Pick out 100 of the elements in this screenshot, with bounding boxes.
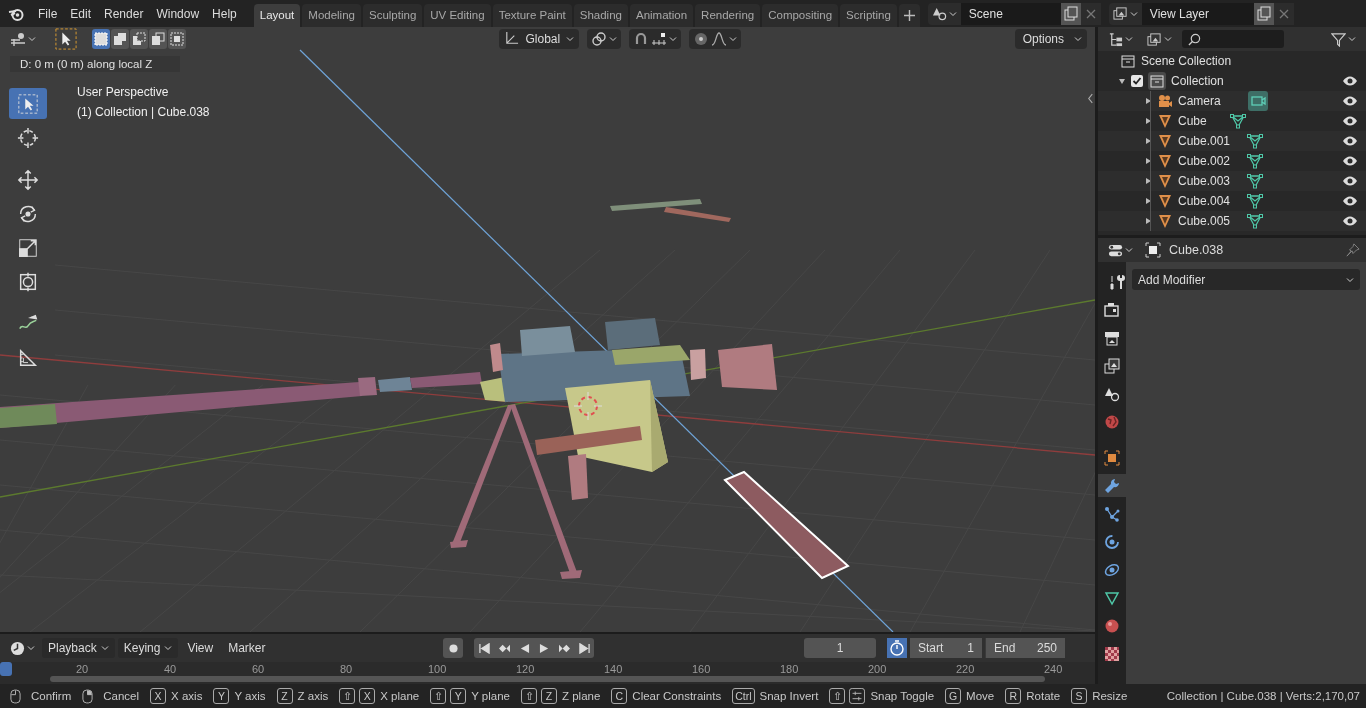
jump-to-end-button[interactable] [574, 638, 594, 658]
current-frame-field[interactable]: 1 [804, 638, 876, 658]
mesh-data-icon[interactable] [1247, 153, 1264, 169]
close-icon[interactable] [1080, 2, 1101, 25]
workspace-tab[interactable]: Layout [253, 4, 301, 27]
workspace-tab[interactable]: Scripting [840, 4, 897, 27]
key-icon: ⇧ [430, 688, 447, 704]
ruler-icon [17, 346, 39, 369]
eye-icon[interactable] [1342, 195, 1358, 207]
search-field[interactable] [1182, 30, 1284, 48]
select-mode-button[interactable] [168, 28, 186, 49]
select-mode-button[interactable] [111, 28, 129, 49]
add-modifier-dropdown[interactable]: Add Modifier [1132, 269, 1360, 290]
selected-magazine[interactable] [723, 470, 850, 580]
mesh-data-icon[interactable] [1247, 173, 1264, 189]
jump-to-start-button[interactable] [474, 638, 494, 658]
toggles-icon [1108, 242, 1123, 258]
eye-icon[interactable] [1342, 175, 1358, 187]
constraints-icon [1104, 561, 1120, 578]
workspace-tab[interactable]: Compositing [762, 4, 839, 27]
timeline-menu[interactable]: Playback [42, 638, 115, 658]
workspace-tab[interactable]: Modeling [302, 4, 361, 27]
menu-item[interactable]: Render [98, 6, 151, 21]
view-layer-dropdown[interactable] [1108, 2, 1142, 25]
modifier-properties-tab[interactable] [1098, 474, 1126, 497]
caret-icon [164, 644, 173, 652]
copy-icon[interactable] [1060, 2, 1081, 25]
close-icon[interactable] [1273, 2, 1294, 25]
checkbox[interactable] [1131, 75, 1143, 87]
tool-icon [1109, 273, 1125, 290]
outliner-item[interactable]: Cube [1178, 114, 1207, 128]
menu-item[interactable]: Window [150, 6, 207, 21]
end-frame-field[interactable]: End 250 [985, 638, 1065, 658]
menu-item[interactable]: Help [206, 6, 244, 21]
workspace-tab[interactable]: Rendering [695, 4, 761, 27]
pin-icon[interactable] [1346, 243, 1360, 257]
timeline-menu[interactable]: Marker [222, 641, 272, 655]
collapsed-arrow-icon[interactable] [1144, 177, 1152, 185]
eye-icon[interactable] [1342, 215, 1358, 227]
playhead-icon[interactable] [0, 662, 12, 678]
outliner-item[interactable]: Cube.004 [1178, 194, 1231, 208]
collapsed-arrow-icon[interactable] [1144, 97, 1152, 105]
mesh-data-icon[interactable] [1247, 213, 1264, 229]
eye-icon[interactable] [1342, 95, 1358, 107]
collapsed-arrow-icon[interactable] [1144, 137, 1152, 145]
outliner-item[interactable]: Cube.003 [1178, 174, 1231, 188]
timeline-menu[interactable]: View [181, 641, 220, 655]
select-tool-icon[interactable] [54, 27, 78, 50]
stopwatch-icon[interactable] [887, 638, 907, 658]
outliner-item[interactable]: Camera [1178, 94, 1221, 108]
timeline-scrollbar[interactable] [50, 676, 1045, 682]
transform-orientation-dropdown[interactable]: Global [499, 28, 580, 49]
mesh-data-icon[interactable] [1247, 133, 1264, 149]
select-mode-button[interactable] [149, 28, 167, 49]
menu-item[interactable]: Edit [64, 6, 99, 21]
snap-dropdown[interactable] [629, 28, 682, 49]
outliner-item[interactable]: Cube.002 [1178, 154, 1231, 168]
collapsed-arrow-icon[interactable] [1144, 157, 1152, 165]
shortcut-label: Rotate [1026, 690, 1061, 702]
auto-keying-button[interactable] [443, 638, 463, 658]
frame-number: 20 [76, 663, 89, 675]
menu-item[interactable]: File [32, 6, 65, 21]
outliner-item[interactable]: Cube.005 [1178, 214, 1231, 228]
outliner-item[interactable]: Collection [1171, 74, 1224, 88]
view-layer-name-field[interactable]: View Layer [1141, 2, 1254, 25]
copy-icon[interactable] [1253, 2, 1274, 25]
mesh-data-icon[interactable] [1247, 193, 1264, 209]
camera-data-icon[interactable] [1247, 91, 1268, 111]
scene-dropdown[interactable] [927, 2, 961, 25]
caret-icon [1074, 34, 1082, 43]
clock-icon [10, 640, 25, 656]
eye-icon[interactable] [1342, 115, 1358, 127]
outliner-item[interactable]: Cube.001 [1178, 134, 1231, 148]
select-tool-button[interactable] [9, 88, 47, 119]
collapsed-arrow-icon[interactable] [1144, 217, 1152, 225]
eye-icon[interactable] [1342, 135, 1358, 147]
workspace-tab[interactable]: Sculpting [362, 4, 423, 27]
workspace-tab[interactable]: Shading [573, 4, 628, 27]
select-mode-button[interactable] [92, 28, 110, 49]
workspace-tab[interactable]: Texture Paint [492, 4, 572, 27]
add-workspace-button[interactable] [898, 4, 920, 27]
select-mode-icon [113, 31, 127, 46]
options-dropdown[interactable]: Options [1014, 28, 1087, 49]
collapsed-arrow-icon[interactable] [1144, 197, 1152, 205]
sidebar-toggle-icon[interactable] [1087, 93, 1094, 104]
eye-icon[interactable] [1342, 75, 1358, 87]
mesh-data-icon[interactable] [1229, 113, 1246, 129]
select-mode-button[interactable] [130, 28, 148, 49]
pivot-point-dropdown[interactable] [587, 28, 622, 49]
proportional-editing-dropdown[interactable] [689, 28, 742, 49]
expanded-arrow-icon[interactable] [1118, 77, 1126, 85]
start-frame-field[interactable]: Start 1 [910, 638, 982, 658]
scene-name-field[interactable]: Scene [960, 2, 1061, 25]
workspace-tab[interactable]: UV Editing [424, 4, 491, 27]
key-icon: X [150, 688, 167, 704]
eye-icon[interactable] [1342, 155, 1358, 167]
outliner-item[interactable]: Scene Collection [1141, 54, 1232, 68]
workspace-tab[interactable]: Animation [629, 4, 694, 27]
collapsed-arrow-icon[interactable] [1144, 117, 1152, 125]
timeline-menu[interactable]: Keying [117, 638, 179, 658]
